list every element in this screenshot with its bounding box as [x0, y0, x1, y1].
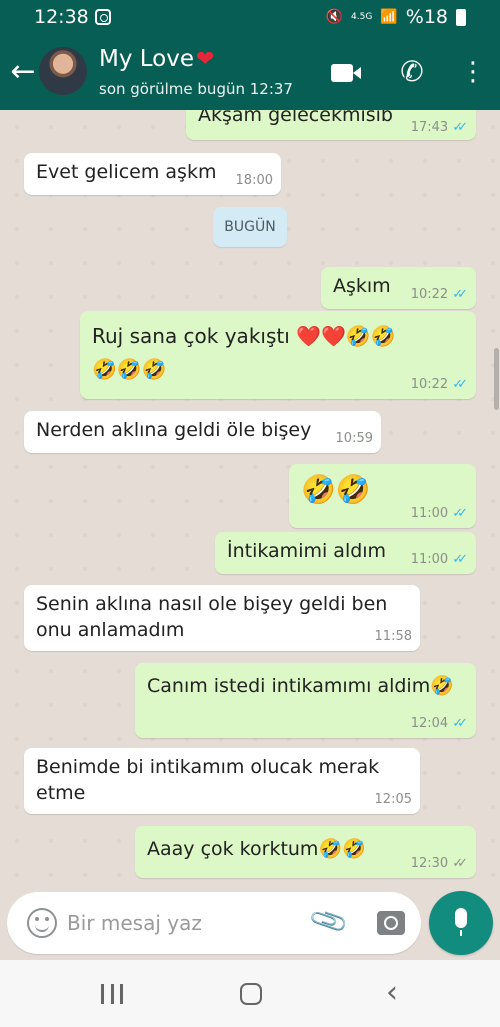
- home-icon[interactable]: [240, 983, 262, 1005]
- recent-apps-icon[interactable]: [101, 984, 123, 1004]
- message-time: 10:59: [335, 431, 373, 446]
- message-meta: 11:00 ✓✓: [411, 552, 468, 567]
- message-in[interactable]: Senin aklına nasıl ole bişey geldi ben o…: [24, 585, 420, 651]
- system-navigation-bar: ‹: [0, 960, 500, 1027]
- signal-icon: 📶: [380, 9, 398, 25]
- message-out[interactable]: Akşam gelecekmisib 17:43 ✓✓: [186, 110, 476, 140]
- message-text: Aşkım: [333, 275, 391, 297]
- voice-message-button[interactable]: [429, 891, 493, 955]
- paperclip-icon[interactable]: 📎: [307, 900, 351, 944]
- message-meta: 18:00: [236, 173, 273, 188]
- message-time: 11:00: [410, 552, 449, 567]
- battery-icon: [456, 8, 466, 26]
- read-receipt-icon: ✓✓: [452, 377, 468, 392]
- message-meta: 10:59: [336, 431, 373, 446]
- message-time: 12:05: [374, 792, 412, 807]
- message-meta: 17:43 ✓✓: [411, 120, 468, 135]
- message-text: İntikamimi aldım: [227, 540, 387, 562]
- video-call-icon[interactable]: [331, 64, 361, 82]
- day-divider-badge: BUGÜN: [213, 207, 287, 247]
- avatar[interactable]: [39, 47, 87, 95]
- message-meta: 10:22 ✓✓: [411, 287, 468, 302]
- message-in[interactable]: Evet gelicem aşkm 18:00: [24, 153, 281, 195]
- message-in[interactable]: Nerden aklına geldi öle bişey 10:59: [24, 411, 381, 453]
- message-time: 18:00: [235, 173, 273, 188]
- message-text: Akşam gelecekmisib: [198, 110, 393, 126]
- message-out[interactable]: Ruj sana çok yakıştı ❤️❤️🤣🤣 🤣🤣🤣 10:22 ✓✓: [80, 311, 476, 399]
- emoji-icon[interactable]: [27, 908, 57, 938]
- more-options-icon[interactable]: ⋮: [460, 56, 486, 88]
- heart-icon: ❤: [196, 46, 215, 72]
- mute-icon: 🔇: [325, 9, 344, 25]
- chat-header: ← My Love ❤ son görülme bugün 12:37 ✆ ⋮: [0, 34, 500, 110]
- last-seen-status: son görülme bugün 12:37: [99, 80, 293, 98]
- read-receipt-icon: ✓✓: [452, 287, 468, 302]
- message-time: 12:30: [410, 856, 449, 871]
- message-text: Benimde bi intikamım olucak merak etme: [36, 756, 380, 804]
- message-meta: 12:05: [375, 792, 412, 807]
- status-bar: 12:38 🔇 4.5G 📶 %18: [0, 0, 500, 34]
- message-time: 10:22: [410, 287, 449, 302]
- scrollbar-thumb[interactable]: [494, 348, 499, 410]
- message-time: 17:43: [410, 120, 449, 135]
- message-input[interactable]: [67, 906, 287, 940]
- read-receipt-icon: ✓✓: [452, 506, 468, 521]
- phone-call-icon[interactable]: ✆: [396, 56, 428, 88]
- message-out[interactable]: Aaay çok korktum🤣🤣 12:30 ✓✓: [135, 826, 476, 878]
- message-time: 11:00: [410, 506, 449, 521]
- chat-area[interactable]: Akşam gelecekmisib 17:43 ✓✓ Evet gelicem…: [0, 110, 500, 888]
- contact-name-text: My Love: [99, 46, 195, 72]
- message-meta: 12:04 ✓✓: [411, 716, 468, 731]
- message-meta: 11:58: [375, 629, 412, 644]
- message-meta: 11:00 ✓✓: [411, 506, 468, 521]
- battery-level: %18: [405, 6, 448, 28]
- read-receipt-icon: ✓✓: [452, 716, 468, 731]
- message-text: 🤣🤣: [301, 473, 371, 506]
- message-out[interactable]: 🤣🤣 11:00 ✓✓: [289, 464, 476, 528]
- message-text: Nerden aklına geldi öle bişey: [36, 419, 312, 441]
- microphone-icon: [455, 908, 467, 936]
- message-out[interactable]: Canım istedi intikamımı aldim🤣 12:04 ✓✓: [135, 663, 476, 738]
- delivered-receipt-icon: ✓✓: [452, 856, 468, 871]
- read-receipt-icon: ✓✓: [452, 120, 468, 135]
- camera-icon[interactable]: [377, 911, 405, 935]
- nav-back-icon[interactable]: ‹: [380, 976, 404, 1010]
- message-meta: 12:30 ✓✓: [411, 856, 468, 871]
- message-text: Canım istedi intikamımı aldim🤣: [147, 675, 454, 697]
- contact-name[interactable]: My Love ❤: [99, 46, 214, 72]
- message-composer: 📎: [0, 888, 500, 960]
- camera-notification-icon: [95, 9, 111, 25]
- back-arrow-icon[interactable]: ←: [8, 54, 38, 90]
- message-in[interactable]: Benimde bi intikamım olucak merak etme 1…: [24, 748, 420, 814]
- message-time: 12:04: [410, 716, 449, 731]
- message-out[interactable]: İntikamimi aldım 11:00 ✓✓: [215, 532, 476, 574]
- message-out[interactable]: Aşkım 10:22 ✓✓: [321, 267, 476, 309]
- read-receipt-icon: ✓✓: [452, 552, 468, 567]
- message-text: Aaay çok korktum🤣🤣: [147, 838, 366, 860]
- message-text: Ruj sana çok yakıştı ❤️❤️🤣🤣 🤣🤣🤣: [92, 324, 396, 381]
- message-time: 11:58: [374, 629, 412, 644]
- network-type: 4.5G: [351, 11, 373, 22]
- status-time: 12:38: [34, 6, 89, 28]
- message-text: Evet gelicem aşkm: [36, 161, 217, 183]
- message-input-box[interactable]: 📎: [7, 892, 421, 954]
- message-text: Senin aklına nasıl ole bişey geldi ben o…: [36, 593, 388, 641]
- message-time: 10:22: [410, 377, 449, 392]
- message-meta: 10:22 ✓✓: [411, 377, 468, 392]
- status-indicators: 🔇 4.5G 📶 %18: [326, 6, 466, 28]
